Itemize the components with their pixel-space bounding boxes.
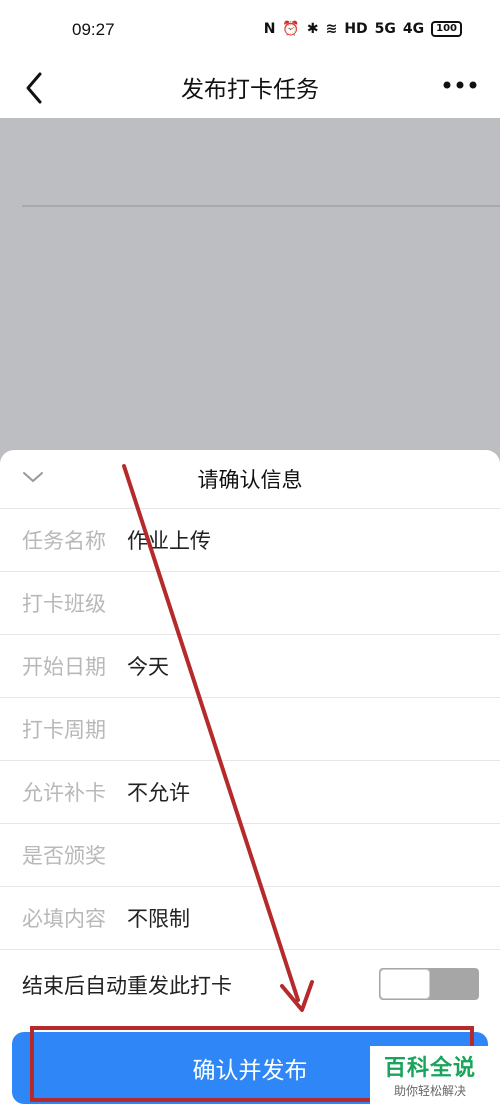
row-label: 任务名称: [22, 529, 106, 553]
row-label: 打卡周期: [22, 718, 106, 742]
row-label: 打卡班级: [22, 592, 106, 616]
status-bar: 09:27 N ⏰ ✱ ≋ HD 5G 4G 100: [0, 0, 500, 62]
signal-5g-icon: 5G: [374, 21, 396, 37]
row-value: 今天: [127, 655, 169, 679]
row-value: 作业上传: [127, 529, 211, 553]
confirm-sheet: 请确认信息 任务名称 作业上传 打卡班级 开始日期 今天 打卡周期 允许补卡 不…: [0, 450, 500, 1111]
info-row-task-name: 任务名称 作业上传: [0, 508, 500, 571]
row-value: 不限制: [127, 907, 190, 931]
battery-icon: 100: [431, 21, 462, 37]
status-icons: N ⏰ ✱ ≋ HD 5G 4G 100: [264, 21, 462, 37]
background-divider: [22, 205, 500, 207]
sheet-title: 请确认信息: [197, 468, 303, 492]
more-icon[interactable]: [442, 78, 478, 92]
info-row-required-content: 必填内容 不限制: [0, 886, 500, 949]
sheet-header: 请确认信息: [0, 450, 500, 508]
row-label: 开始日期: [22, 655, 106, 679]
row-label: 必填内容: [22, 907, 106, 931]
info-list: 任务名称 作业上传 打卡班级 开始日期 今天 打卡周期 允许补卡 不允许 是否颁…: [0, 508, 500, 1026]
row-value: 不允许: [127, 781, 190, 805]
alarm-icon: ⏰: [282, 21, 300, 37]
row-label: 允许补卡: [22, 781, 106, 805]
row-label: 是否颁奖: [22, 844, 106, 868]
status-time: 09:27: [72, 20, 115, 39]
watermark-sub: 助你轻松解决: [393, 1084, 466, 1098]
watermark-logo: 百科全说 助你轻松解决: [370, 1046, 490, 1106]
info-row-makeup: 允许补卡 不允许: [0, 760, 500, 823]
nfc-icon: N: [263, 21, 276, 37]
watermark-main: 百科全说: [383, 1056, 476, 1081]
auto-repost-label: 结束后自动重发此打卡: [22, 974, 232, 998]
info-row-start-date: 开始日期 今天: [0, 634, 500, 697]
page-title: 发布打卡任务: [181, 77, 319, 103]
info-row-period: 打卡周期: [0, 697, 500, 760]
info-row-award: 是否颁奖: [0, 823, 500, 886]
auto-repost-toggle[interactable]: [379, 968, 479, 1000]
info-row-class: 打卡班级: [0, 571, 500, 634]
signal-4g-icon: 4G: [402, 21, 425, 37]
auto-repost-row: 结束后自动重发此打卡: [0, 949, 500, 1026]
wifi-icon: ≋: [325, 21, 338, 37]
nav-bar: 发布打卡任务: [0, 62, 500, 118]
toggle-knob: [380, 969, 430, 999]
bluetooth-icon: ✱: [306, 21, 319, 37]
hd-icon: HD: [344, 21, 368, 37]
